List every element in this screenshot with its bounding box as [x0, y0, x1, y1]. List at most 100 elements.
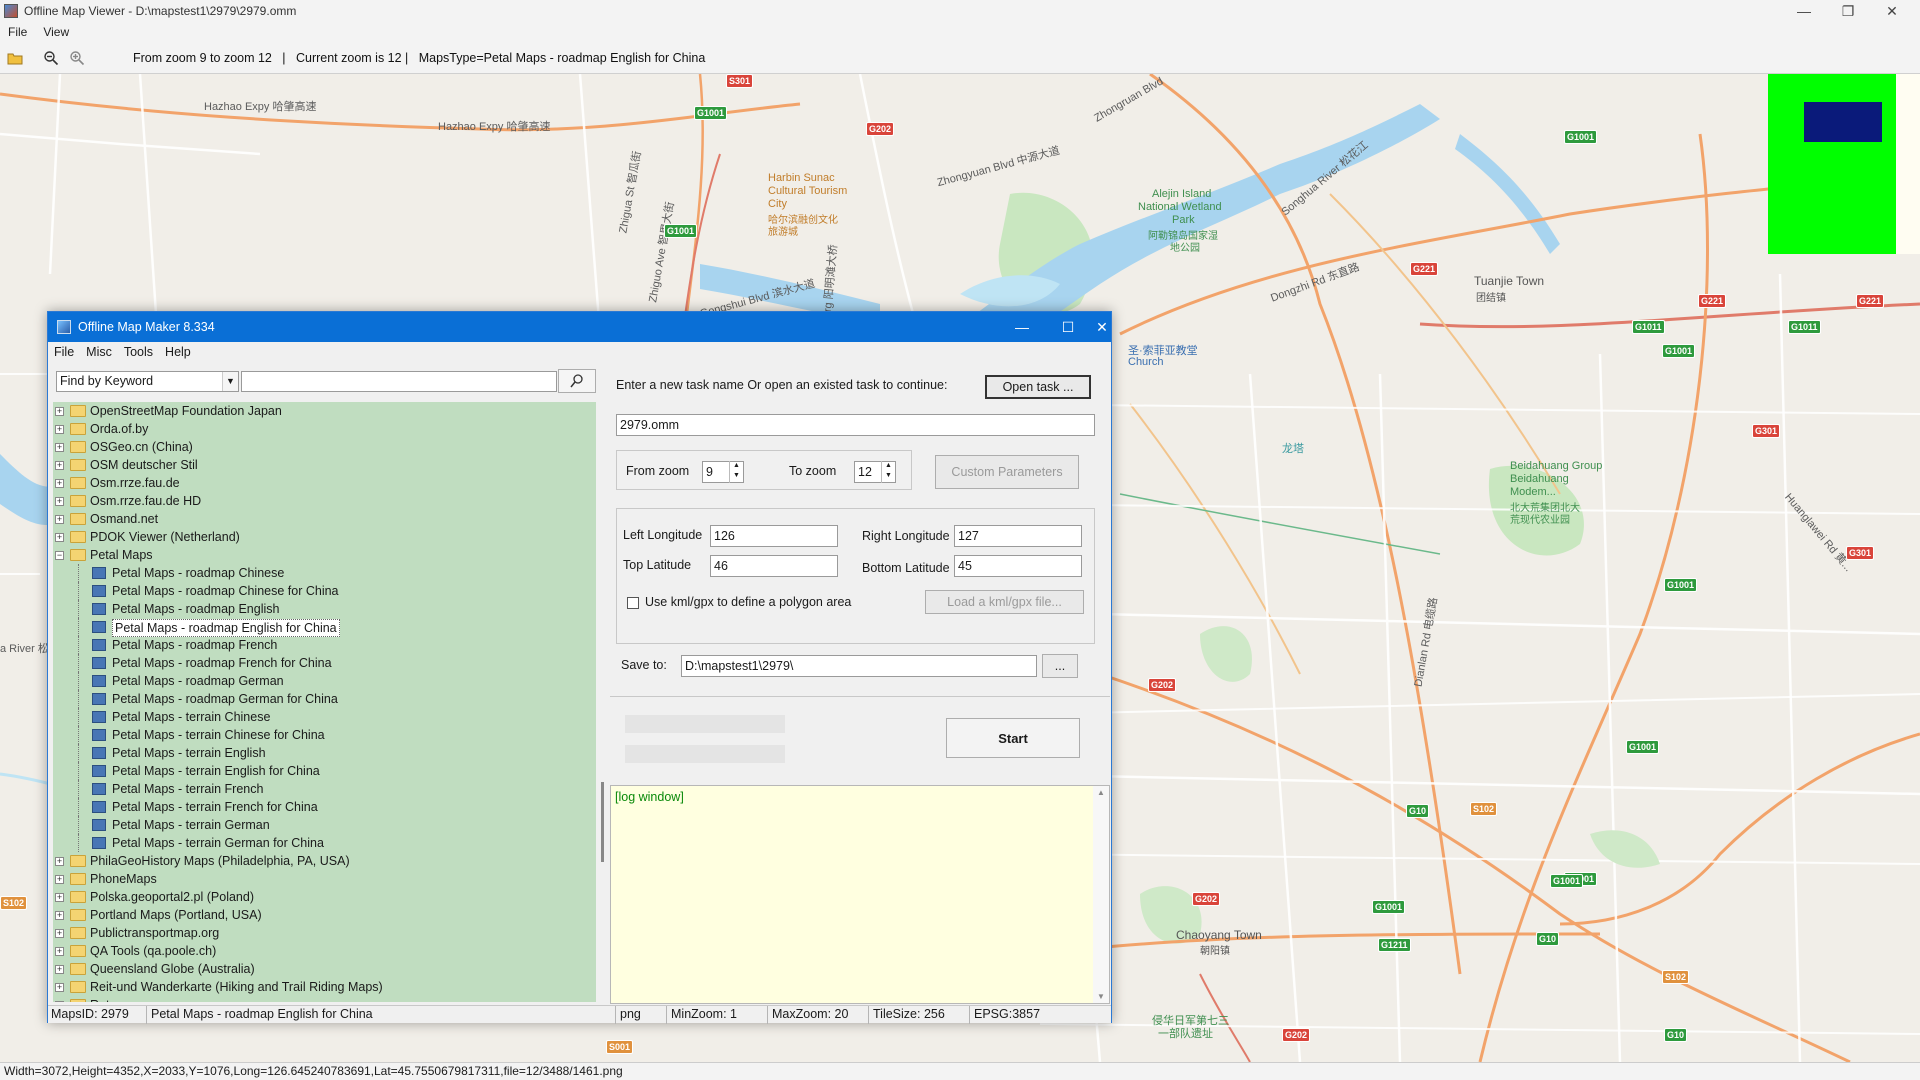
dialog-maximize-button[interactable]: ☐: [1045, 312, 1091, 342]
tree-scrollbar[interactable]: [598, 402, 608, 1002]
dialog-menu-tools[interactable]: Tools: [118, 345, 159, 359]
tree-map-item[interactable]: Petal Maps - roadmap Chinese: [53, 564, 596, 582]
tree-map-item[interactable]: Petal Maps - roadmap French for China: [53, 654, 596, 672]
minimap-viewport-indicator[interactable]: [1804, 102, 1882, 142]
tree-map-item[interactable]: Petal Maps - roadmap French: [53, 636, 596, 654]
menu-view[interactable]: View: [35, 25, 77, 39]
log-window[interactable]: [log window] ▲ ▼: [610, 785, 1110, 1004]
map-search-input[interactable]: [241, 371, 557, 392]
map-source-tree[interactable]: + OpenStreetMap Foundation Japan + Orda.of.…: [53, 402, 596, 1002]
expand-icon[interactable]: +: [55, 497, 64, 506]
maximize-button[interactable]: ❐: [1826, 0, 1870, 22]
kml-polygon-checkbox[interactable]: [627, 597, 639, 609]
map-search-button[interactable]: [558, 369, 596, 393]
tree-map-item[interactable]: Petal Maps - roadmap German: [53, 672, 596, 690]
expand-icon[interactable]: +: [55, 911, 64, 920]
spin-up-icon[interactable]: ▲: [882, 461, 895, 471]
search-mode-select[interactable]: Find by Keyword ▼: [56, 371, 239, 392]
tree-folder-item[interactable]: + Osmand.net: [53, 510, 596, 528]
spin-down-icon[interactable]: ▼: [882, 471, 895, 481]
load-kml-button[interactable]: Load a kml/gpx file...: [925, 590, 1084, 614]
dialog-minimize-button[interactable]: —: [999, 312, 1045, 342]
save-path-input[interactable]: D:\mapstest1\2979\: [681, 655, 1037, 677]
to-zoom-spinner[interactable]: ▲ ▼: [881, 461, 895, 483]
tree-folder-item[interactable]: + PhoneMaps: [53, 870, 596, 888]
close-button[interactable]: ✕: [1870, 0, 1914, 22]
bottom-latitude-input[interactable]: 45: [954, 555, 1082, 577]
tree-folder-item[interactable]: + QA Tools (qa.poole.ch): [53, 942, 596, 960]
expand-icon[interactable]: +: [55, 425, 64, 434]
tree-folder-item[interactable]: + Reit-und Wanderkarte (Hiking and Trail …: [53, 978, 596, 996]
tree-map-item[interactable]: Petal Maps - terrain French for China: [53, 798, 596, 816]
tree-map-item[interactable]: Petal Maps - roadmap German for China: [53, 690, 596, 708]
browse-save-button[interactable]: ...: [1042, 654, 1078, 678]
tree-folder-item[interactable]: + Orda.of.by: [53, 420, 596, 438]
tree-folder-item[interactable]: + OSGeo.cn (China): [53, 438, 596, 456]
tree-map-item[interactable]: Petal Maps - terrain French: [53, 780, 596, 798]
tree-map-item[interactable]: Petal Maps - terrain English for China: [53, 762, 596, 780]
task-name-input[interactable]: 2979.omm: [616, 414, 1095, 436]
tree-folder-item[interactable]: − Petal Maps: [53, 546, 596, 564]
menu-file[interactable]: File: [0, 25, 35, 39]
expand-icon[interactable]: +: [55, 461, 64, 470]
minimize-button[interactable]: —: [1782, 0, 1826, 22]
custom-parameters-button[interactable]: Custom Parameters: [935, 455, 1079, 489]
spin-up-icon[interactable]: ▲: [730, 461, 743, 471]
left-longitude-input[interactable]: 126: [710, 525, 838, 547]
dialog-close-button[interactable]: ✕: [1091, 312, 1113, 342]
tree-folder-item[interactable]: + OSM deutscher Stil: [53, 456, 596, 474]
spin-down-icon[interactable]: ▼: [730, 471, 743, 481]
expand-icon[interactable]: +: [55, 875, 64, 884]
tree-map-item[interactable]: Petal Maps - terrain Chinese: [53, 708, 596, 726]
tree-folder-item[interactable]: + OpenStreetMap Foundation Japan: [53, 402, 596, 420]
tree-folder-item[interactable]: + Polska.geoportal2.pl (Poland): [53, 888, 596, 906]
overview-minimap[interactable]: [1768, 74, 1896, 254]
tree-folder-item[interactable]: + Osm.rrze.fau.de HD: [53, 492, 596, 510]
from-zoom-spinner[interactable]: ▲ ▼: [729, 461, 743, 483]
expand-icon[interactable]: +: [55, 965, 64, 974]
dialog-menu-help[interactable]: Help: [159, 345, 197, 359]
expand-icon[interactable]: +: [55, 533, 64, 542]
expand-icon[interactable]: +: [55, 1001, 64, 1002]
tree-folder-item[interactable]: + Publictransportmap.org: [53, 924, 596, 942]
right-longitude-input[interactable]: 127: [954, 525, 1082, 547]
chevron-down-icon[interactable]: ▼: [222, 372, 238, 391]
tree-scroll-thumb[interactable]: [601, 782, 604, 862]
scroll-up-icon[interactable]: ▲: [1093, 788, 1109, 797]
tree-folder-item[interactable]: + PDOK Viewer (Netherland): [53, 528, 596, 546]
open-task-button[interactable]: Open task ...: [985, 375, 1091, 399]
tree-folder-item[interactable]: + PhilaGeoHistory Maps (Philadelphia, PA,…: [53, 852, 596, 870]
expand-icon[interactable]: +: [55, 443, 64, 452]
zoom-in-button[interactable]: [66, 47, 88, 69]
tree-map-item[interactable]: Petal Maps - terrain English: [53, 744, 596, 762]
expand-icon[interactable]: +: [55, 983, 64, 992]
expand-icon[interactable]: +: [55, 479, 64, 488]
top-latitude-input[interactable]: 46: [710, 555, 838, 577]
tree-map-item[interactable]: Petal Maps - roadmap English for China: [53, 618, 596, 637]
expand-icon[interactable]: +: [55, 893, 64, 902]
tree-folder-item[interactable]: + Osm.rrze.fau.de: [53, 474, 596, 492]
tree-map-item[interactable]: Petal Maps - terrain German: [53, 816, 596, 834]
expand-icon[interactable]: +: [55, 515, 64, 524]
tree-item-label: Polska.geoportal2.pl (Poland): [90, 890, 254, 904]
dialog-menu-misc[interactable]: Misc: [80, 345, 118, 359]
zoom-out-button[interactable]: [40, 47, 62, 69]
tree-map-item[interactable]: Petal Maps - roadmap English: [53, 600, 596, 618]
tree-folder-item[interactable]: + Retromap.ru: [53, 996, 596, 1002]
tree-map-item[interactable]: Petal Maps - roadmap Chinese for China: [53, 582, 596, 600]
expand-icon[interactable]: +: [55, 929, 64, 938]
dialog-menu-file[interactable]: File: [48, 345, 80, 359]
expand-icon[interactable]: +: [55, 407, 64, 416]
expand-icon[interactable]: +: [55, 857, 64, 866]
collapse-icon[interactable]: −: [55, 551, 64, 560]
tree-map-item[interactable]: Petal Maps - terrain Chinese for China: [53, 726, 596, 744]
expand-icon[interactable]: +: [55, 947, 64, 956]
start-button[interactable]: Start: [946, 718, 1080, 758]
tree-folder-item[interactable]: + Queensland Globe (Australia): [53, 960, 596, 978]
tree-map-item[interactable]: Petal Maps - terrain German for China: [53, 834, 596, 852]
zoom-out-icon: [44, 50, 59, 65]
open-folder-button[interactable]: [4, 47, 26, 69]
tree-folder-item[interactable]: + Portland Maps (Portland, USA): [53, 906, 596, 924]
scroll-down-icon[interactable]: ▼: [1093, 992, 1109, 1001]
log-scrollbar[interactable]: ▲ ▼: [1093, 786, 1109, 1003]
